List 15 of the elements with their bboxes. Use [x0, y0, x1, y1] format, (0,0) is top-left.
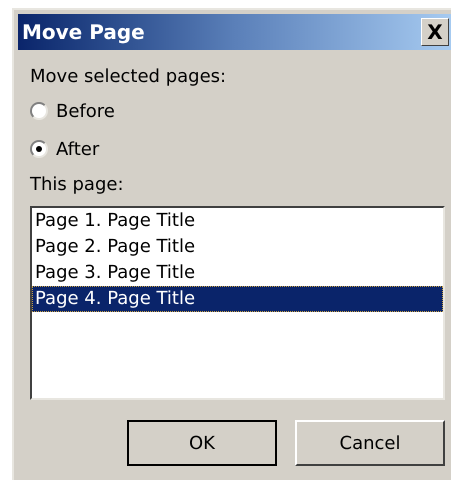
close-button[interactable]: X	[421, 18, 449, 46]
radio-label: Before	[56, 100, 115, 124]
page-list[interactable]: Page 1. Page Title Page 2. Page Title Page 3. Page Title Page 4. Page Title	[30, 206, 445, 400]
radio-button[interactable]	[30, 140, 48, 158]
dialog-button[interactable]: OK	[127, 420, 277, 466]
radio-button[interactable]	[30, 102, 48, 120]
window-title: Move Page	[22, 19, 145, 46]
move-label: Move selected pages:	[30, 65, 228, 89]
list-item[interactable]: Page 4. Page Title	[32, 286, 443, 312]
radio-label: After	[56, 138, 100, 162]
list-item[interactable]: Page 1. Page Title	[32, 208, 443, 234]
list-item[interactable]: Page 2. Page Title	[32, 234, 443, 260]
list-item[interactable]: Page 3. Page Title	[32, 260, 443, 286]
list-label: This page:	[30, 173, 125, 197]
dialog-button[interactable]: Cancel	[295, 420, 445, 466]
